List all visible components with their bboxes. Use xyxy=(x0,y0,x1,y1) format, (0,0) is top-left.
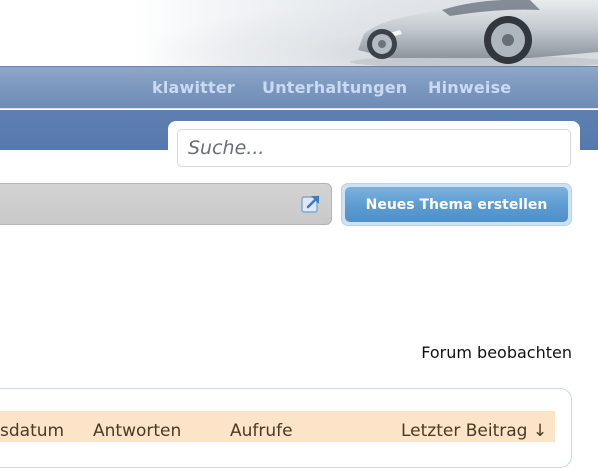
watch-forum-link[interactable]: Forum beobachten xyxy=(421,343,572,362)
column-header-views[interactable]: Aufrufe xyxy=(230,421,293,441)
nav-conversations-link[interactable]: Unterhaltungen xyxy=(262,78,407,97)
car-image xyxy=(350,0,598,66)
search-input[interactable] xyxy=(177,129,571,167)
header-banner xyxy=(0,0,598,66)
main-navbar: klawitter Unterhaltungen Hinweise xyxy=(0,66,598,109)
column-header-replies[interactable]: Antworten xyxy=(93,421,181,441)
column-header-last-post[interactable]: Letzter Beitrag ↓ xyxy=(401,421,547,441)
column-header-start-date[interactable]: sdatum xyxy=(0,421,64,441)
external-link-icon[interactable] xyxy=(301,194,321,214)
page-nav-bar xyxy=(0,183,332,225)
new-thread-button-label: Neues Thema erstellen xyxy=(345,187,568,222)
nav-alerts-link[interactable]: Hinweise xyxy=(428,78,511,97)
nav-user-link[interactable]: klawitter xyxy=(152,78,235,97)
new-thread-button[interactable]: Neues Thema erstellen xyxy=(341,183,572,226)
